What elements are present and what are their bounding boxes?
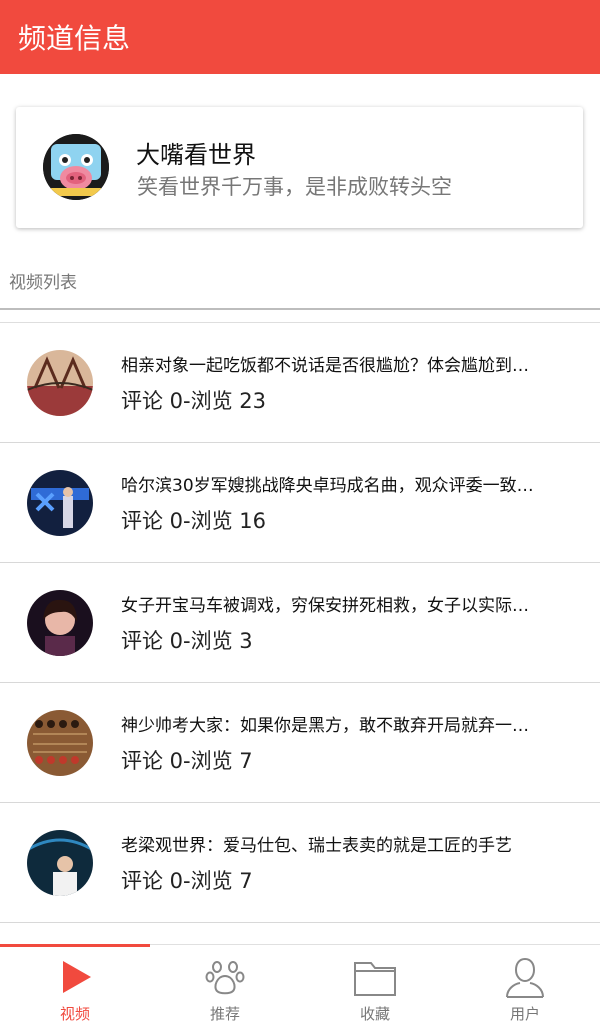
video-thumbnail [27, 350, 93, 416]
video-stats: 评论 0-浏览 3 [121, 629, 253, 653]
folder-icon [354, 962, 396, 996]
channel-card[interactable]: 大嘴看世界 笑看世界千万事，是非成败转头空 [16, 107, 583, 228]
video-list-item[interactable]: 哈尔滨30岁军嫂挑战降央卓玛成名曲，观众评委一致… 评论 0-浏览 16 [0, 443, 600, 563]
app-bar: 频道信息 [0, 0, 600, 74]
video-thumbnail [27, 590, 93, 656]
woman-thumb-icon [27, 590, 93, 656]
divider [0, 308, 600, 310]
chess-thumb-icon [27, 710, 93, 776]
video-thumbnail [27, 830, 93, 896]
video-thumbnail [27, 470, 93, 536]
stage-thumb-icon [27, 470, 93, 536]
channel-avatar [43, 134, 109, 200]
video-title: 老梁观世界：爱马仕包、瑞士表卖的就是工匠的手艺 [121, 836, 512, 856]
video-list-item[interactable]: 相亲对象一起吃饭都不说话是否很尴尬？体会尴尬到… 评论 0-浏览 23 [0, 323, 600, 443]
video-list-heading: 视频列表 [9, 273, 77, 293]
user-icon [506, 957, 544, 998]
host-thumb-icon [27, 830, 93, 896]
pig-face-avatar-icon [43, 134, 109, 200]
video-title: 相亲对象一起吃饭都不说话是否很尴尬？体会尴尬到… [121, 356, 529, 376]
tab-recommend[interactable]: 推荐 [150, 945, 300, 1028]
video-thumbnail [27, 710, 93, 776]
tab-user[interactable]: 用户 [450, 945, 600, 1028]
video-stats: 评论 0-浏览 7 [121, 749, 253, 773]
channel-name: 大嘴看世界 [136, 141, 256, 169]
play-icon [63, 961, 91, 993]
video-list: 相亲对象一起吃饭都不说话是否很尴尬？体会尴尬到… 评论 0-浏览 23 哈尔滨3… [0, 323, 600, 923]
tab-label: 用户 [509, 1005, 540, 1023]
video-stats: 评论 0-浏览 23 [121, 389, 267, 413]
tab-label: 视频 [59, 1005, 90, 1023]
video-list-item[interactable]: 女子开宝马车被调戏，穷保安拼死相救，女子以实际… 评论 0-浏览 3 [0, 563, 600, 683]
video-title: 哈尔滨30岁军嫂挑战降央卓玛成名曲，观众评委一致… [121, 476, 534, 496]
bottom-tab-bar: 视频 推荐 收藏 用户 [0, 944, 600, 1028]
active-tab-indicator [0, 944, 150, 947]
page-title: 频道信息 [18, 22, 131, 55]
video-stats: 评论 0-浏览 16 [121, 509, 267, 533]
tab-video[interactable]: 视频 [0, 944, 150, 1028]
tab-label: 推荐 [209, 1005, 240, 1023]
video-list-item[interactable]: 老梁观世界：爱马仕包、瑞士表卖的就是工匠的手艺 评论 0-浏览 7 [0, 803, 600, 923]
tab-label: 收藏 [359, 1005, 390, 1023]
video-list-item[interactable]: 神少帅考大家：如果你是黑方，敢不敢弃开局就弃一… 评论 0-浏览 7 [0, 683, 600, 803]
bridge-thumb-icon [27, 350, 93, 416]
tab-favorites[interactable]: 收藏 [300, 945, 450, 1028]
video-stats: 评论 0-浏览 7 [121, 869, 253, 893]
paw-icon [205, 961, 245, 995]
channel-slogan: 笑看世界千万事，是非成败转头空 [137, 175, 452, 199]
video-title: 神少帅考大家：如果你是黑方，敢不敢弃开局就弃一… [121, 716, 529, 736]
video-title: 女子开宝马车被调戏，穷保安拼死相救，女子以实际… [121, 596, 529, 616]
